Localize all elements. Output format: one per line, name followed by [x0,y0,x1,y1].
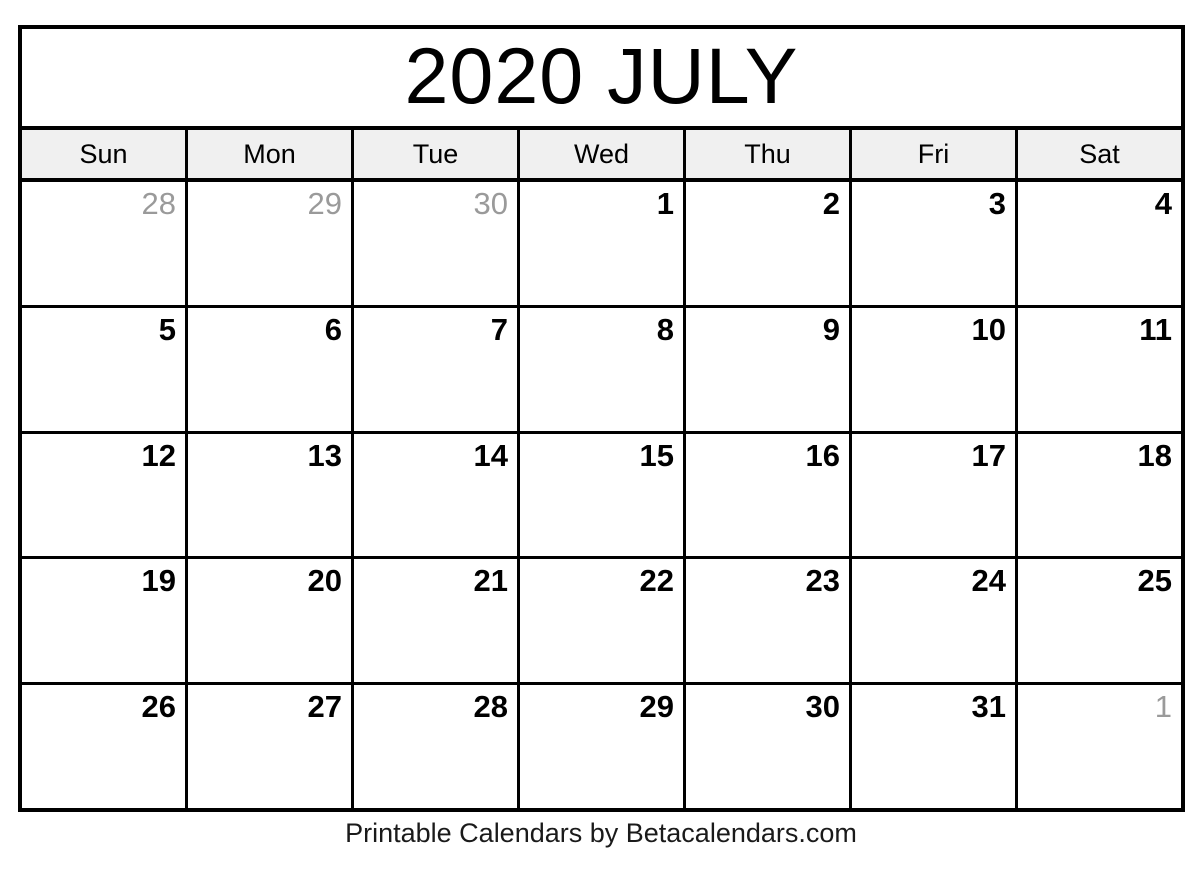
calendar-week-row: 12 13 14 15 16 17 18 [22,433,1181,560]
calendar-day-cell[interactable]: 30 [686,685,852,808]
calendar-day-cell[interactable]: 1 [1018,685,1181,808]
calendar-day-cell[interactable]: 28 [354,685,520,808]
calendar-day-number: 3 [988,186,1006,221]
calendar-day-number: 30 [473,186,508,221]
weekday-header-sun: Sun [22,130,188,178]
calendar-day-number: 19 [141,563,176,599]
calendar-day-number: 10 [971,311,1006,347]
weekday-header-label: Tue [412,138,459,169]
weekday-header-fri: Fri [852,130,1018,178]
calendar-day-cell[interactable]: 28 [22,182,188,305]
calendar-day-number: 4 [1154,186,1172,221]
calendar-day-number: 21 [473,563,508,599]
calendar-day-number: 26 [141,689,176,725]
calendar-day-cell[interactable]: 8 [520,307,686,431]
calendar-day-number: 17 [971,437,1006,473]
footer: Printable Calendars by Betacalendars.com [0,820,1202,847]
calendar-day-cell[interactable]: 23 [686,559,852,683]
calendar-day-number: 11 [1139,311,1172,347]
calendar-day-number: 8 [656,311,674,347]
calendar-day-number: 28 [473,689,508,725]
calendar-day-number: 15 [639,437,674,473]
calendar-day-number: 16 [805,437,840,473]
weekday-header-label: Fri [917,138,950,169]
calendar-week-row: 5 6 7 8 9 10 11 [22,307,1181,434]
calendar-day-cell[interactable]: 9 [686,307,852,431]
calendar-title-bar: 2020 JULY [22,29,1181,130]
calendar-day-cell[interactable]: 16 [686,433,852,557]
calendar-day-cell[interactable]: 21 [354,559,520,683]
weekday-header-label: Sun [79,138,128,169]
calendar-day-cell[interactable]: 30 [354,182,520,305]
calendar-day-cell[interactable]: 3 [852,182,1018,305]
calendar-day-cell[interactable]: 13 [188,433,354,557]
calendar-day-cell[interactable]: 1 [520,182,686,305]
calendar-day-number: 28 [141,186,176,221]
weekday-header-label: Mon [243,138,296,169]
calendar-day-cell[interactable]: 27 [188,685,354,808]
calendar-day-number: 14 [473,437,508,473]
calendar-day-cell[interactable]: 29 [520,685,686,808]
calendar-day-number: 7 [490,311,508,347]
calendar-day-number: 5 [158,311,176,347]
calendar-page: 2020 JULY Sun Mon Tue Wed Thu Fri Sat 28 29 30 1 2… [0,0,1202,872]
calendar-day-cell[interactable]: 25 [1018,559,1181,683]
calendar-day-number: 30 [805,689,840,725]
weekday-header-tue: Tue [354,130,520,178]
calendar-day-cell[interactable]: 2 [686,182,852,305]
calendar-day-cell[interactable]: 4 [1018,182,1181,305]
calendar-day-number: 22 [639,563,674,599]
calendar-day-number: 31 [971,689,1006,725]
calendar-day-cell[interactable]: 11 [1018,307,1181,431]
calendar-table: 2020 JULY Sun Mon Tue Wed Thu Fri Sat 28 29 30 1 2… [18,25,1185,812]
weekday-header-label: Thu [744,138,791,169]
calendar-day-number: 23 [805,563,840,599]
calendar-day-cell[interactable]: 17 [852,433,1018,557]
calendar-day-cell[interactable]: 12 [22,433,188,557]
footer-credit-text: Printable Calendars by Betacalendars.com [345,818,857,848]
calendar-day-cell[interactable]: 14 [354,433,520,557]
calendar-day-number: 1 [1154,689,1172,725]
calendar-day-number: 1 [656,186,674,221]
weekday-header-mon: Mon [188,130,354,178]
calendar-week-row: 19 20 21 22 23 24 25 [22,559,1181,686]
calendar-day-cell[interactable]: 6 [188,307,354,431]
calendar-day-number: 29 [639,689,674,725]
weekday-header-label: Wed [573,138,630,169]
weekday-header-sat: Sat [1018,130,1181,178]
weekday-header-label: Sat [1079,138,1120,169]
calendar-week-row: 26 27 28 29 30 31 1 [22,685,1181,808]
calendar-day-number: 12 [141,437,176,473]
calendar-day-number: 18 [1137,437,1172,473]
calendar-day-cell[interactable]: 5 [22,307,188,431]
weekday-header-wed: Wed [520,130,686,178]
page-title: 2020 JULY [404,31,799,120]
calendar-week-row: 28 29 30 1 2 3 4 [22,182,1181,308]
calendar-day-cell[interactable]: 15 [520,433,686,557]
weekday-header-thu: Thu [686,130,852,178]
calendar-day-cell[interactable]: 26 [22,685,188,808]
calendar-day-number: 25 [1137,563,1172,599]
calendar-day-cell[interactable]: 22 [520,559,686,683]
calendar-day-cell[interactable]: 20 [188,559,354,683]
calendar-day-number: 24 [971,563,1006,599]
calendar-week-grid: 28 29 30 1 2 3 4 5 6 7 8 9 10 11 12 13 14 15 16 17 18 19 20 21 2… [22,182,1181,808]
calendar-day-cell[interactable]: 10 [852,307,1018,431]
calendar-day-cell[interactable]: 19 [22,559,188,683]
calendar-day-cell[interactable]: 24 [852,559,1018,683]
calendar-day-number: 29 [307,186,342,221]
weekday-header-row: Sun Mon Tue Wed Thu Fri Sat [22,130,1181,182]
calendar-day-number: 9 [822,311,840,347]
calendar-day-number: 20 [307,563,342,599]
calendar-day-number: 13 [307,437,342,473]
calendar-day-cell[interactable]: 7 [354,307,520,431]
calendar-day-cell[interactable]: 31 [852,685,1018,808]
calendar-day-cell[interactable]: 18 [1018,433,1181,557]
calendar-day-number: 6 [324,311,342,347]
calendar-day-number: 27 [307,689,342,725]
calendar-day-cell[interactable]: 29 [188,182,354,305]
calendar-day-number: 2 [822,186,840,221]
